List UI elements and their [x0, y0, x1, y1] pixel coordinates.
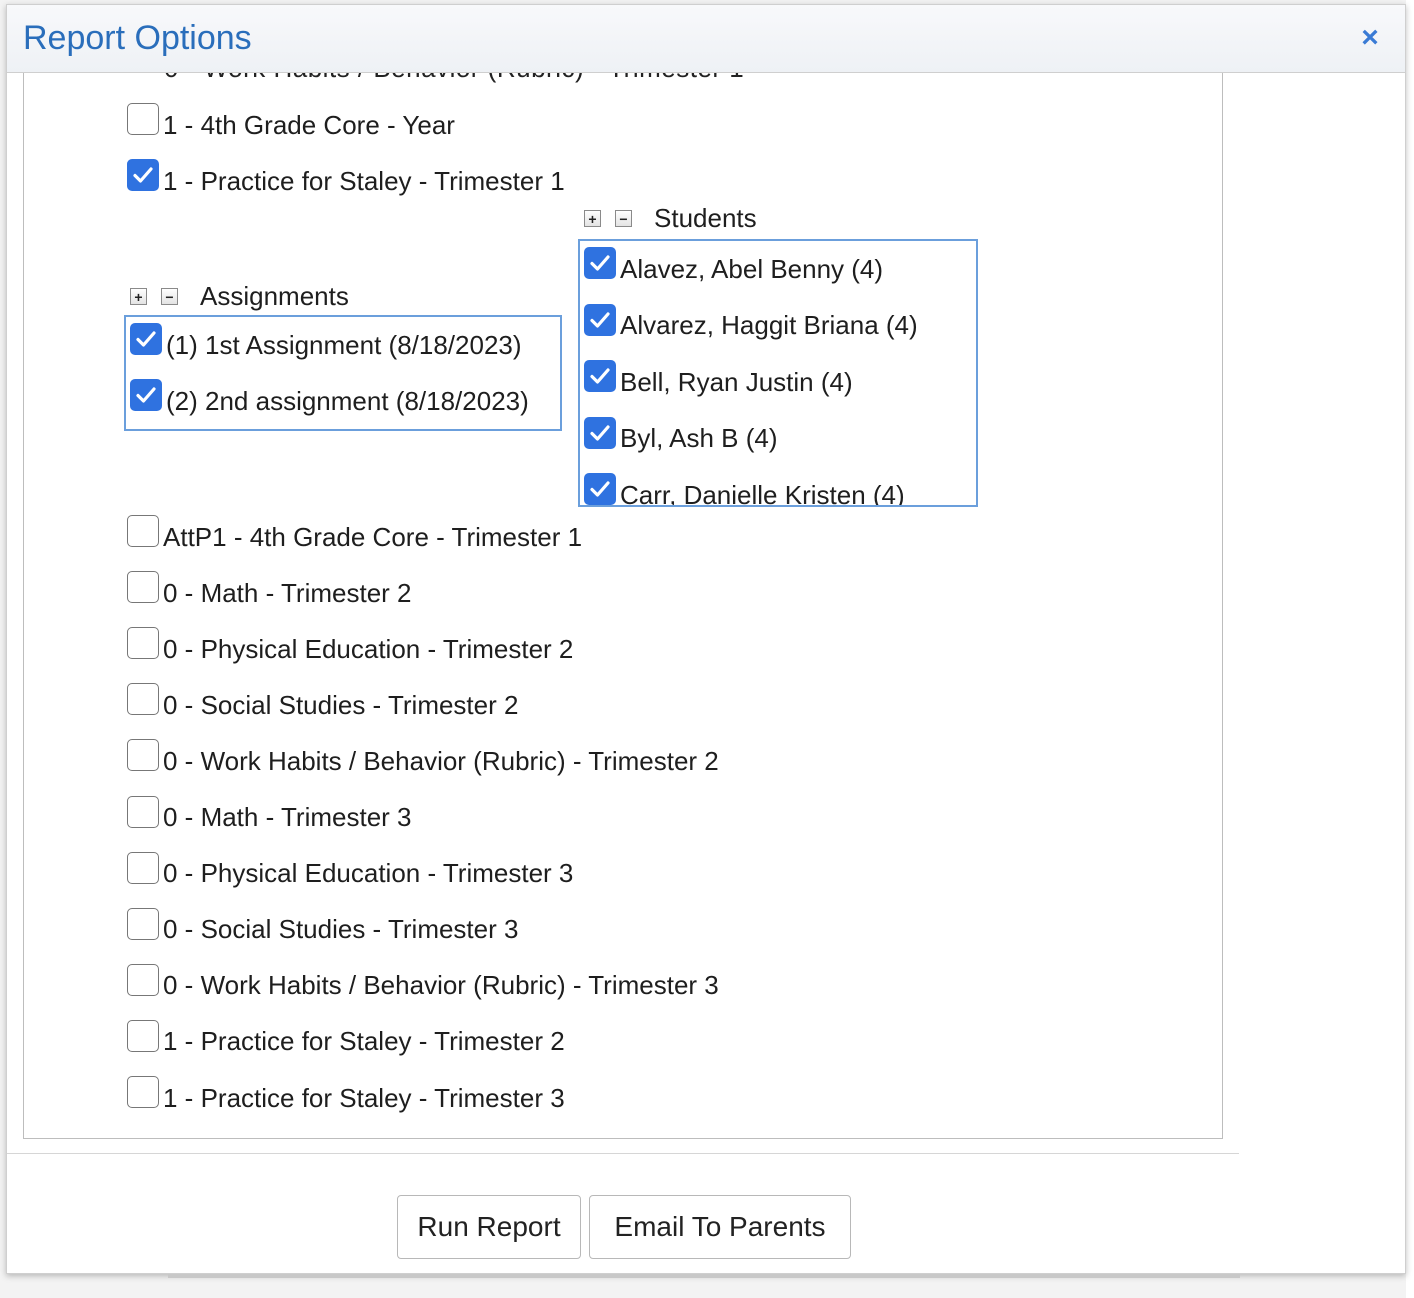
list-item[interactable]: 0 - Social Studies - Trimester 3 — [127, 907, 519, 950]
checkbox-checked-icon[interactable] — [584, 303, 616, 336]
dialog-titlebar: Report Options × — [7, 5, 1405, 73]
list-item-label: Bell, Ryan Justin (4) — [620, 366, 853, 397]
list-item-label: 0 - Social Studies - Trimester 3 — [163, 914, 519, 945]
students-select-box[interactable]: Alavez, Abel Benny (4) Alvarez, Haggit Br… — [578, 239, 978, 507]
list-item[interactable]: 1 - Practice for Staley - Trimester 2 — [127, 1019, 565, 1062]
checkbox-checked-icon[interactable] — [584, 416, 616, 449]
list-item-label: 1 - Practice for Staley - Trimester 1 — [163, 165, 565, 196]
list-item-label: Carr, Danielle Kristen (4) — [620, 479, 905, 507]
list-item[interactable]: Alvarez, Haggit Briana (4) — [584, 303, 918, 346]
list-item-label: AttP1 - 4th Grade Core - Trimester 1 — [163, 521, 583, 552]
list-item[interactable]: 1 - Practice for Staley - Trimester 3 — [127, 1076, 565, 1118]
checkbox-checked-icon[interactable] — [584, 247, 616, 279]
list-item-label: Byl, Ash B (4) — [620, 423, 778, 453]
list-item-label: 0 - Physical Education - Trimester 3 — [163, 858, 574, 889]
expand-all-icon[interactable]: + — [584, 210, 601, 227]
list-item[interactable]: 0 - Physical Education - Trimester 3 — [127, 851, 574, 894]
list-item-label: 0 - Social Studies - Trimester 2 — [163, 689, 519, 720]
list-item[interactable]: Alavez, Abel Benny (4) — [584, 247, 884, 289]
expand-all-icon[interactable]: + — [130, 288, 147, 305]
checkbox-checked-icon[interactable] — [584, 360, 616, 392]
checkbox-unchecked-icon[interactable] — [127, 515, 159, 547]
list-item[interactable]: Bell, Ryan Justin (4) — [584, 360, 853, 402]
list-item-label: 1 - Practice for Staley - Trimester 3 — [163, 1082, 565, 1113]
students-heading: Students — [654, 203, 757, 233]
list-item-label: 0 - Math - Trimester 2 — [163, 577, 412, 608]
students-tree-header: + − Students — [584, 203, 757, 234]
list-item-label: Alvarez, Haggit Briana (4) — [620, 310, 918, 340]
checkbox-unchecked-icon[interactable] — [127, 103, 159, 135]
list-item[interactable]: AttP1 - 4th Grade Core - Trimester 1 — [127, 515, 583, 557]
list-item[interactable]: 0 - Math - Trimester 3 — [127, 795, 412, 838]
list-item-label: 0 - Work Habits / Behavior (Rubric) - Tr… — [163, 745, 719, 776]
checkbox-unchecked-icon[interactable] — [127, 1019, 159, 1052]
checkbox-unchecked-icon[interactable] — [127, 851, 159, 884]
list-item-label: 0 - Work Habits / Behavior (Rubric) - Tr… — [163, 970, 719, 1001]
checkbox-unchecked-icon[interactable] — [127, 571, 159, 604]
list-item-label: Alavez, Abel Benny (4) — [620, 253, 884, 284]
footer-divider — [7, 1153, 1239, 1154]
close-icon[interactable]: × — [1355, 23, 1385, 53]
list-item[interactable]: (1) 1st Assignment (8/18/2023) — [130, 323, 522, 365]
run-report-button[interactable]: Run Report — [397, 1195, 581, 1259]
collapse-all-icon[interactable]: − — [161, 288, 178, 305]
list-item[interactable]: 0 - Work Habits / Behavior (Rubric) - Tr… — [127, 739, 719, 781]
list-item-label: (1) 1st Assignment (8/18/2023) — [166, 329, 522, 360]
assignments-heading: Assignments — [200, 281, 349, 311]
list-item[interactable]: 0 - Math - Trimester 2 — [127, 571, 412, 613]
checkbox-unchecked-icon[interactable] — [127, 627, 159, 660]
report-options-dialog: Report Options × 0 - Work Habits / Behav… — [6, 4, 1406, 1274]
collapse-all-icon[interactable]: − — [615, 210, 632, 227]
checkbox-checked-icon[interactable] — [127, 159, 159, 191]
list-item[interactable]: 1 - Practice for Staley - Trimester 1 — [127, 159, 565, 201]
list-item-label: 1 - Practice for Staley - Trimester 2 — [163, 1026, 565, 1057]
checkbox-unchecked-icon[interactable] — [127, 739, 159, 772]
background-panel-edge — [168, 1274, 1240, 1278]
dialog-title: Report Options — [23, 19, 252, 57]
checkbox-checked-icon[interactable] — [584, 473, 616, 505]
list-item-label: 1 - 4th Grade Core - Year — [163, 109, 455, 140]
checkbox-unchecked-icon[interactable] — [127, 963, 159, 996]
list-item-label: (2) 2nd assignment (8/18/2023) — [166, 385, 529, 416]
list-item[interactable]: 0 - Physical Education - Trimester 2 — [127, 627, 574, 669]
checkbox-unchecked-icon[interactable] — [127, 1076, 159, 1108]
checkbox-checked-icon[interactable] — [130, 323, 162, 355]
list-item[interactable]: 0 - Social Studies - Trimester 2 — [127, 683, 519, 725]
list-item[interactable]: (2) 2nd assignment (8/18/2023) — [130, 379, 529, 421]
background-page-edge — [1406, 0, 1414, 1298]
checkbox-checked-icon[interactable] — [130, 379, 162, 411]
report-options-list[interactable]: 0 - Work Habits / Behavior (Rubric) - Tr… — [23, 73, 1223, 1139]
list-item[interactable]: 0 - Work Habits / Behavior (Rubric) - Tr… — [127, 963, 719, 1006]
list-item[interactable]: Byl, Ash B (4) — [584, 416, 778, 459]
list-item[interactable]: Carr, Danielle Kristen (4) — [584, 473, 905, 507]
list-item-label: 0 - Math - Trimester 3 — [163, 802, 412, 832]
checkbox-unchecked-icon[interactable] — [127, 795, 159, 828]
assignments-tree-header: + − Assignments — [130, 281, 349, 312]
list-item[interactable]: 1 - 4th Grade Core - Year — [127, 103, 455, 145]
checkbox-unchecked-icon[interactable] — [127, 683, 159, 716]
email-to-parents-button[interactable]: Email To Parents — [589, 1195, 851, 1259]
list-item-partial: 0 - Work Habits / Behavior (Rubric) - Tr… — [164, 73, 744, 84]
list-item-label: 0 - Physical Education - Trimester 2 — [163, 633, 574, 664]
checkbox-unchecked-icon[interactable] — [127, 907, 159, 940]
assignments-select-box[interactable]: (1) 1st Assignment (8/18/2023) (2) 2nd as… — [124, 315, 562, 431]
